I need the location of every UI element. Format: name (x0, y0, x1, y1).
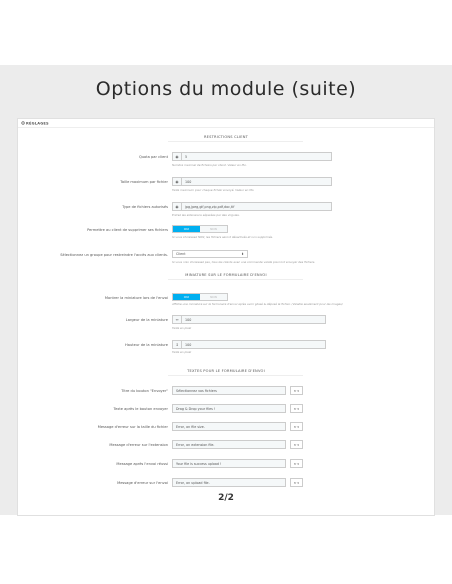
texte-value: Error, on extension file. (176, 442, 215, 447)
quota-label: Quota par client (138, 155, 168, 159)
texte-value: Error, on upload file. (176, 480, 210, 485)
texte-value: Error, on file size. (176, 424, 205, 429)
hauteur-help: Taille en pixel (172, 350, 192, 354)
language-select[interactable]: fr ▾ (290, 440, 303, 449)
hauteur-value: 100 (185, 342, 192, 347)
section-divider (168, 279, 303, 280)
page-title: Options du module (suite) (95, 78, 357, 100)
language-code: fr (294, 424, 297, 429)
taille-max-value: 100 (185, 179, 192, 184)
hauteur-label: Hauteur de la miniature (125, 343, 168, 347)
texte-label: Message d'erreur sur l'envoi (117, 481, 168, 485)
types-input[interactable]: ◉ jpg,jpeg,gif,png,zip,pdf,doc,tif (172, 202, 332, 211)
target-icon: ◉ (173, 178, 182, 185)
texte-input[interactable]: Your file is success upload ! (172, 459, 286, 468)
language-select[interactable]: fr ▾ (290, 459, 303, 468)
types-label: Type de fichiers autorisés (122, 205, 168, 209)
texte-input[interactable]: Sélectionnez vos fichiers (172, 386, 286, 395)
texte-label: Texte après le bouton envoyer (113, 407, 169, 411)
taille-max-input[interactable]: ◉ 100 (172, 177, 332, 186)
hauteur-input[interactable]: ↕ 100 (172, 340, 326, 349)
language-select[interactable]: fr ▾ (290, 422, 303, 431)
language-select[interactable]: fr ▾ (290, 386, 303, 395)
gear-icon (21, 121, 25, 125)
language-select[interactable]: fr ▾ (290, 404, 303, 413)
types-help: Entrez les extensions séparées par des v… (172, 213, 240, 217)
groupe-select[interactable]: Client ⬍ (172, 250, 248, 258)
types-value: jpg,jpeg,gif,png,zip,pdf,doc,tif (185, 204, 235, 209)
target-icon: ◉ (173, 203, 182, 210)
texte-label: Message après l'envoi réussi (116, 462, 168, 466)
texte-label: Titre du bouton "Envoyer" (121, 389, 168, 393)
largeur-help: Taille en pixel (172, 326, 192, 330)
quota-input[interactable]: ◉ 5 (172, 152, 332, 161)
panel-header: RÉGLAGES (18, 119, 434, 128)
suppression-help: Si vous choisissez NON, les fichiers ser… (172, 235, 274, 239)
groupe-value: Client (176, 252, 186, 256)
height-arrows-icon: ↕ (173, 341, 182, 348)
texte-value: Drag & Drop your files ! (176, 406, 216, 411)
width-arrows-icon: ↔ (173, 316, 182, 323)
section-divider (168, 141, 303, 142)
language-code: fr (294, 388, 297, 393)
suppression-label: Permettre au client de supprimer ses fic… (87, 228, 168, 232)
texte-label: Message d'erreur sur l'extension (109, 443, 168, 447)
suppression-yes[interactable]: OUI (173, 226, 200, 232)
quota-help: Nombre maximal de fichiers par client. V… (172, 163, 247, 167)
texte-value: Your file is success upload ! (176, 461, 222, 466)
largeur-input[interactable]: ↔ 100 (172, 315, 326, 324)
section-title-restrictions: RESTRICTIONS CLIENT (203, 135, 249, 139)
texte-value: Sélectionnez vos fichiers (176, 388, 217, 393)
groupe-label: Sélectionnez un groupe pour restreindre … (60, 253, 168, 257)
groupe-help: Si vous n'en choisissez pas, tous les cl… (172, 260, 316, 264)
texte-input[interactable]: Drag & Drop your files ! (172, 404, 286, 413)
section-title-textes: TEXTES POUR LE FORMULAIRE D'ENVOI (187, 369, 265, 373)
miniature-help: Affiche une miniature sur le formulaire … (172, 302, 343, 306)
largeur-label: Largeur de la miniature (125, 318, 168, 322)
suppression-toggle[interactable]: OUI NON (172, 225, 228, 233)
language-code: fr (294, 406, 297, 411)
chevron-down-icon: ⬍ (241, 252, 244, 256)
settings-panel: RÉGLAGES RESTRICTIONS CLIENT Quota par c… (17, 118, 435, 516)
quota-value: 5 (185, 154, 188, 159)
page-indicator: 2/2 (218, 493, 234, 503)
miniature-toggle[interactable]: OUI NON (172, 293, 228, 301)
taille-max-help: Taille maximum pour chaque fichier envoy… (172, 188, 255, 192)
language-select[interactable]: fr ▾ (290, 478, 303, 487)
miniature-label: Montrer la miniature lors de l'envoi (104, 296, 168, 300)
target-icon: ◉ (173, 153, 182, 160)
texte-label: Message d'erreur sur la taille du fichie… (97, 425, 168, 429)
language-code: fr (294, 480, 297, 485)
language-code: fr (294, 442, 297, 447)
miniature-no[interactable]: NON (200, 294, 227, 300)
panel-header-label: RÉGLAGES (26, 121, 49, 126)
suppression-no[interactable]: NON (200, 226, 227, 232)
section-divider (168, 375, 303, 376)
texte-input[interactable]: Error, on upload file. (172, 478, 286, 487)
largeur-value: 100 (185, 317, 192, 322)
texte-input[interactable]: Error, on extension file. (172, 440, 286, 449)
miniature-yes[interactable]: OUI (173, 294, 200, 300)
section-title-miniature: MINIATURE SUR LE FORMULAIRE D'ENVOI (185, 273, 267, 277)
taille-max-label: Taille maximum par fichier (120, 180, 168, 184)
texte-input[interactable]: Error, on file size. (172, 422, 286, 431)
language-code: fr (294, 461, 297, 466)
